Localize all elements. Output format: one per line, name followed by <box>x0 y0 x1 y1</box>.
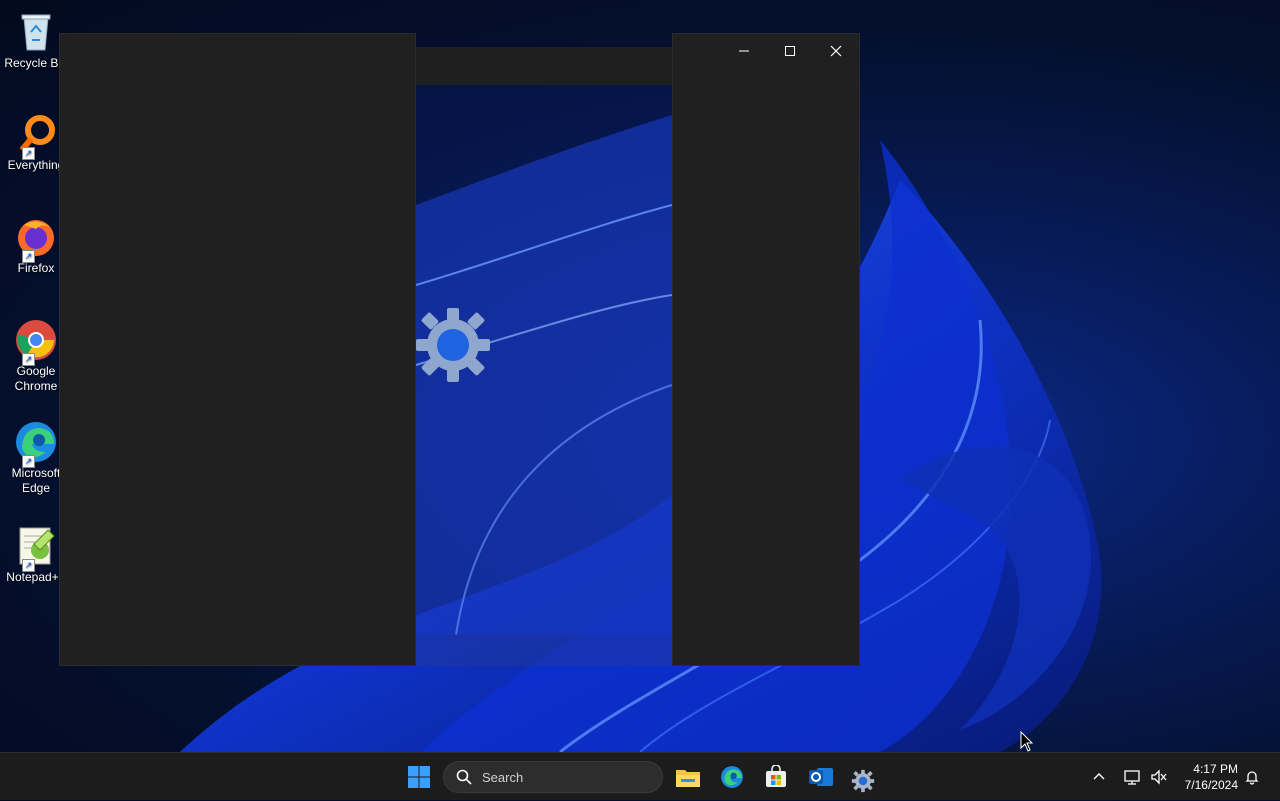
chrome-icon: ↗ <box>14 318 58 366</box>
search-label: Search <box>482 769 524 785</box>
start-button[interactable] <box>403 761 435 793</box>
settings-gear-icon <box>416 302 496 393</box>
bell-icon <box>1245 771 1259 785</box>
edge-icon: ↗ <box>14 420 58 468</box>
shortcut-arrow-icon: ↗ <box>22 250 35 263</box>
minimize-button[interactable] <box>721 34 767 67</box>
taskbar: Search 4:17 PM 7/16/2024 <box>0 752 1280 800</box>
close-icon <box>830 45 842 56</box>
tray-overflow-button[interactable] <box>1092 753 1106 801</box>
everything-search-icon: ↗ <box>14 112 58 160</box>
notepadpp-icon: ↗ <box>14 524 58 572</box>
taskbar-clock[interactable]: 4:17 PM 7/16/2024 <box>1168 761 1238 793</box>
shortcut-arrow-icon: ↗ <box>22 559 35 572</box>
recycle-bin-icon <box>14 10 58 54</box>
clock-time: 4:17 PM <box>1193 762 1238 776</box>
shortcut-arrow-icon: ↗ <box>22 353 35 366</box>
firefox-icon: ↗ <box>14 215 58 263</box>
settings-icon <box>851 769 875 793</box>
minimize-icon <box>739 50 749 51</box>
network-icon <box>1124 770 1140 785</box>
notifications-button[interactable] <box>1244 753 1260 801</box>
edge-icon <box>721 766 743 788</box>
window-bottom-strip <box>416 634 672 666</box>
taskbar-store[interactable] <box>760 761 792 793</box>
tray-network-button[interactable] <box>1124 753 1142 801</box>
taskbar-file-explorer[interactable] <box>672 761 704 793</box>
store-icon <box>766 765 786 787</box>
close-button[interactable] <box>813 34 859 67</box>
shortcut-arrow-icon: ↗ <box>22 147 35 160</box>
window-title-bar <box>416 47 672 85</box>
window-left-pane <box>59 33 416 666</box>
tray-volume-button[interactable] <box>1150 753 1168 801</box>
clock-date: 7/16/2024 <box>1184 778 1238 792</box>
search-icon <box>456 769 472 785</box>
window-right-pane <box>672 33 860 666</box>
file-explorer-icon <box>676 770 700 787</box>
outlook-icon <box>809 768 833 786</box>
shortcut-arrow-icon: ↗ <box>22 455 35 468</box>
maximize-button[interactable] <box>767 34 813 67</box>
taskbar-outlook[interactable] <box>805 761 837 793</box>
mouse-cursor-icon <box>1020 731 1034 752</box>
settings-splash-area <box>416 47 672 635</box>
maximize-icon <box>785 45 795 56</box>
chevron-up-icon <box>1093 773 1105 780</box>
window-controls <box>721 34 859 67</box>
taskbar-settings[interactable] <box>847 765 879 797</box>
start-icon <box>408 766 430 788</box>
taskbar-edge[interactable] <box>716 761 748 793</box>
volume-muted-icon <box>1151 769 1167 785</box>
taskbar-search-box[interactable]: Search <box>443 761 663 793</box>
